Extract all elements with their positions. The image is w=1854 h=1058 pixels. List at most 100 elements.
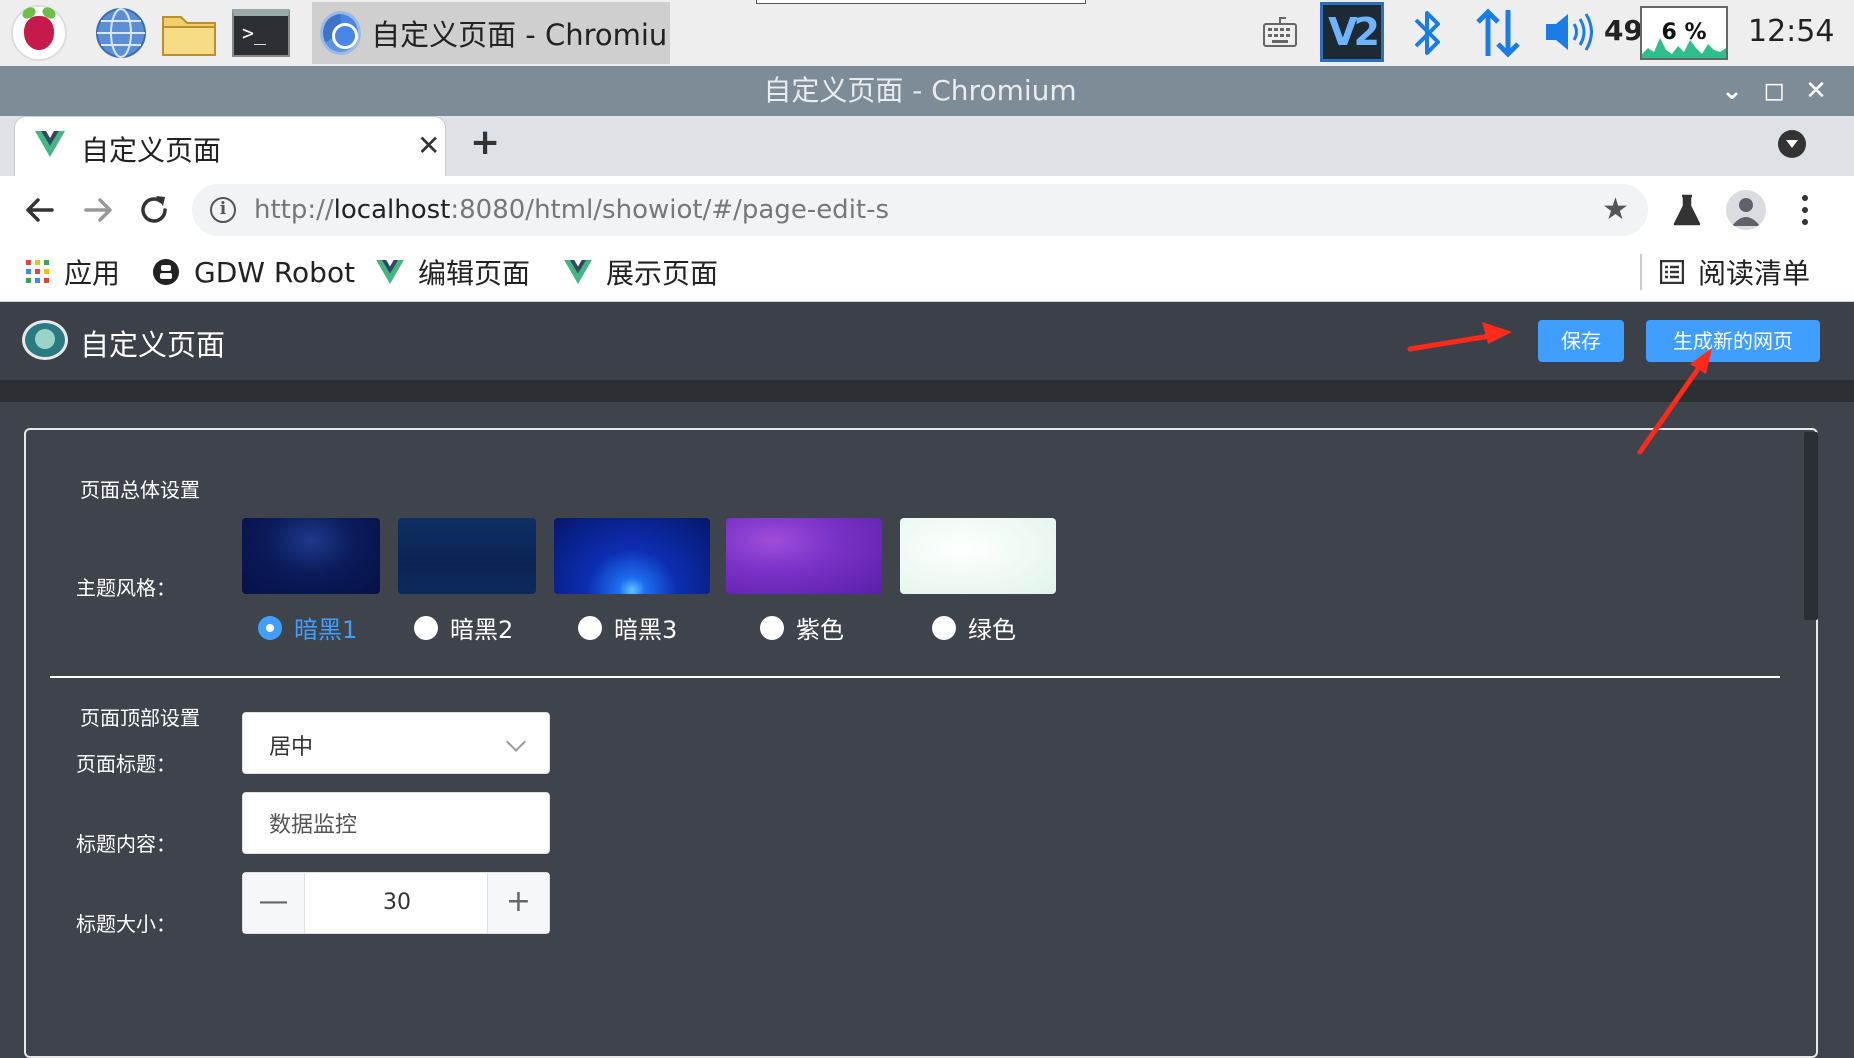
bookmark-gdw-robot[interactable]: GDW Robot: [152, 250, 355, 294]
url-text[interactable]: http://localhost:8080/html/showiot/#/pag…: [254, 195, 889, 225]
title-size-stepper[interactable]: — 30 +: [242, 872, 550, 934]
tab-title: 自定义页面: [81, 134, 222, 167]
select-value: 居中: [269, 735, 314, 760]
page-content: 页面总体设置 主题风格： 暗黑1 暗黑2 暗黑3 紫色 绿色 页面顶部设置 页面…: [0, 402, 1854, 1058]
terminal-icon[interactable]: >_: [232, 4, 290, 62]
forward-arrow-icon[interactable]: [78, 190, 118, 230]
bookmark-label: 应用: [64, 257, 121, 290]
section-title-top: 页面顶部设置: [80, 706, 200, 730]
volume-level-text: 49: [1604, 14, 1643, 47]
save-button[interactable]: 保存: [1538, 320, 1624, 362]
desktop-taskbar: >_ 自定义页面 - Chromiu... V2 49 6 % 12:54: [0, 0, 1854, 66]
more-menu-icon[interactable]: [1800, 190, 1810, 230]
app-title: 自定义页面: [80, 328, 226, 362]
file-manager-icon[interactable]: [160, 4, 218, 62]
back-arrow-icon[interactable]: [20, 190, 60, 230]
theme-thumbnail-dark3[interactable]: [554, 518, 710, 594]
title-position-label: 页面标题：: [76, 752, 176, 776]
generate-new-page-button[interactable]: 生成新的网页: [1646, 320, 1820, 362]
reading-list-icon: [1660, 260, 1684, 284]
theme-thumbnail-dark1[interactable]: [242, 518, 380, 594]
close-window-icon[interactable]: ✕: [1796, 66, 1836, 116]
radio-unchecked-icon: [932, 615, 956, 640]
gdw-robot-favicon-icon: [153, 259, 179, 285]
maximize-icon[interactable]: ◻: [1754, 66, 1794, 116]
window-title: 自定义页面 - Chromium: [763, 74, 1077, 107]
window-titlebar[interactable]: 自定义页面 - Chromium ⌄ ◻ ✕: [0, 66, 1854, 116]
theme-radio-dark2[interactable]: 暗黑2: [414, 610, 513, 645]
bluetooth-icon[interactable]: [1410, 6, 1446, 60]
clock[interactable]: 12:54: [1748, 14, 1834, 49]
new-tab-button[interactable]: +: [470, 122, 500, 163]
keyboard-icon[interactable]: [1262, 14, 1298, 50]
minimize-icon[interactable]: ⌄: [1712, 66, 1752, 116]
section-divider: [50, 676, 1780, 678]
bookmarks-bar: 应用 GDW Robot 编辑页面 展示页面 阅读清单: [0, 244, 1854, 302]
taskbar-chromium-label: 自定义页面 - Chromiu...: [371, 18, 670, 52]
raspberry-pi-menu-icon[interactable]: [10, 4, 68, 62]
radio-unchecked-icon: [578, 615, 602, 640]
radio-label: 暗黑3: [614, 616, 678, 644]
radio-unchecked-icon: [414, 615, 438, 640]
app-logo-icon: [22, 320, 68, 360]
theme-radio-dark1[interactable]: 暗黑1: [258, 610, 357, 645]
bookmark-label: GDW Robot: [194, 255, 356, 289]
taskbar-chromium-window-button[interactable]: 自定义页面 - Chromiu...: [312, 2, 670, 64]
radio-label: 暗黑2: [450, 616, 514, 644]
title-position-select[interactable]: 居中: [242, 712, 550, 774]
taskbar-top-widget: [756, 0, 1086, 4]
theme-radio-purple[interactable]: 紫色: [760, 610, 844, 645]
apps-grid-icon: [26, 260, 49, 283]
bookmark-star-icon[interactable]: ★: [1602, 192, 1629, 227]
scrollbar-thumb[interactable]: [1804, 432, 1818, 620]
browser-tab-strip: 自定义页面 ✕ +: [0, 116, 1854, 176]
address-bar[interactable]: i http://localhost:8080/html/showiot/#/p…: [192, 184, 1648, 236]
labs-flask-icon[interactable]: [1672, 194, 1702, 226]
bookmark-show-page[interactable]: 展示页面: [564, 250, 718, 294]
radio-label: 紫色: [796, 616, 844, 644]
theme-radio-dark3[interactable]: 暗黑3: [578, 610, 677, 645]
theme-label: 主题风格：: [76, 576, 176, 600]
browser-toolbar: i http://localhost:8080/html/showiot/#/p…: [0, 176, 1854, 244]
reload-icon[interactable]: [134, 190, 174, 230]
web-browser-icon[interactable]: [92, 4, 150, 62]
app-header: 自定义页面 保存 生成新的网页: [0, 302, 1854, 380]
section-title-overall: 页面总体设置: [80, 478, 200, 502]
volume-icon[interactable]: [1542, 10, 1594, 54]
profile-avatar-icon[interactable]: [1726, 190, 1766, 230]
bookmark-apps[interactable]: 应用: [26, 250, 120, 294]
radio-label: 绿色: [968, 616, 1016, 644]
tab-search-icon[interactable]: [1778, 130, 1806, 158]
bookmark-label: 展示页面: [606, 257, 719, 290]
chevron-down-icon: [506, 732, 526, 752]
reading-list-button[interactable]: 阅读清单: [1660, 250, 1810, 294]
bookmark-edit-page[interactable]: 编辑页面: [376, 250, 530, 294]
theme-thumbnail-dark2[interactable]: [398, 518, 536, 594]
network-icon[interactable]: [1474, 6, 1522, 60]
title-size-label: 标题大小：: [76, 912, 176, 936]
vue-logo-icon: [376, 260, 404, 284]
theme-radio-green[interactable]: 绿色: [932, 610, 1016, 645]
vue-logo-icon: [564, 260, 592, 284]
site-info-icon[interactable]: i: [210, 197, 236, 223]
theme-thumbnail-purple[interactable]: [726, 518, 882, 594]
theme-thumbnail-green[interactable]: [900, 518, 1056, 594]
decrement-button[interactable]: —: [243, 873, 305, 933]
header-separator: [0, 380, 1854, 402]
bookmark-label: 编辑页面: [418, 257, 531, 290]
title-content-label: 标题内容：: [76, 832, 176, 856]
settings-card: 页面总体设置 主题风格： 暗黑1 暗黑2 暗黑3 紫色 绿色 页面顶部设置 页面…: [24, 428, 1818, 1058]
radio-unchecked-icon: [760, 615, 784, 640]
radio-checked-icon: [258, 615, 282, 640]
tab-active[interactable]: 自定义页面 ✕: [14, 116, 446, 176]
chromium-icon: [320, 11, 362, 55]
cpu-percent-text: 6 %: [1661, 20, 1707, 45]
tab-close-icon[interactable]: ✕: [417, 129, 440, 162]
title-content-input[interactable]: [242, 792, 550, 854]
increment-button[interactable]: +: [487, 873, 549, 933]
title-size-value[interactable]: 30: [305, 873, 489, 933]
vue-logo-icon: [35, 131, 65, 157]
cpu-monitor[interactable]: 6 %: [1640, 6, 1728, 60]
bookmarks-divider: [1640, 254, 1642, 290]
vnc-icon[interactable]: V2: [1320, 2, 1384, 62]
